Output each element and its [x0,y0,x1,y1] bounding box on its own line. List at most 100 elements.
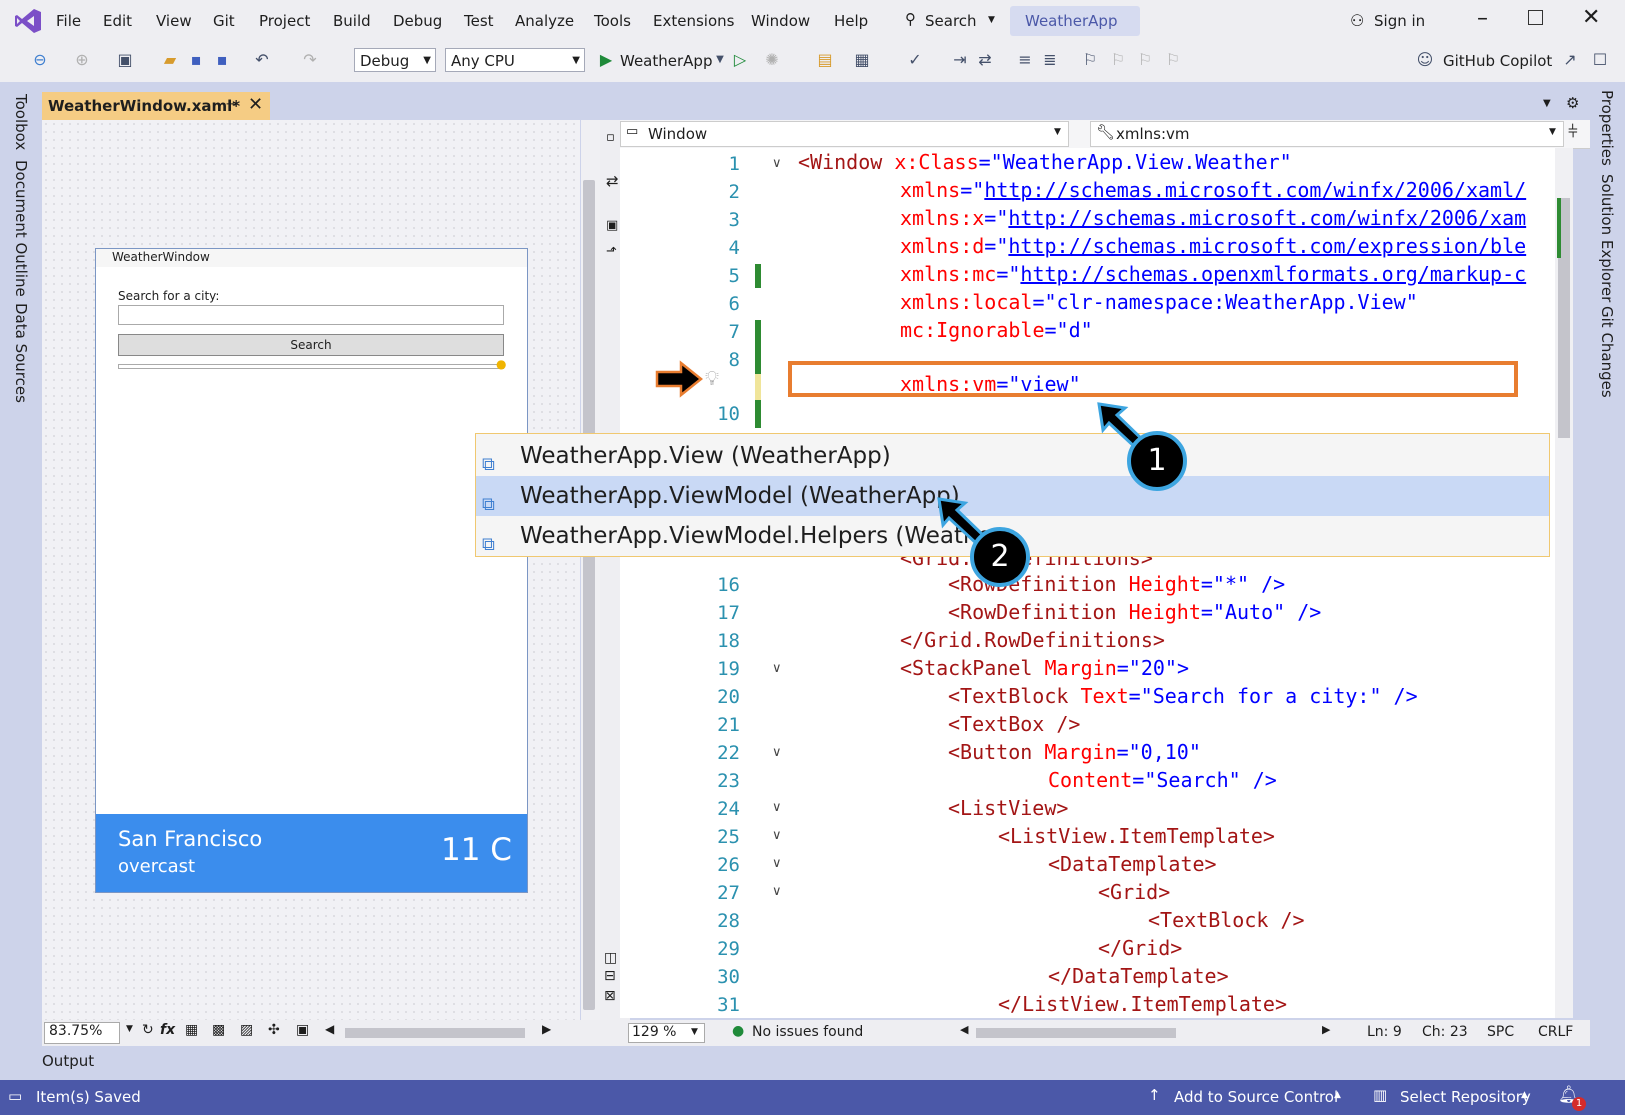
snap-grid-icon[interactable]: ▩ [212,1022,225,1038]
menu-git[interactable]: Git [213,12,235,30]
scroll-left-icon[interactable]: ◀ [325,1022,334,1036]
undo-icon[interactable]: ↶ [252,50,272,70]
data-sources-tab[interactable]: Data Sources [12,303,30,403]
design-view-icon[interactable]: ▫ [606,130,615,145]
checker-icon[interactable]: ▨ [240,1022,253,1038]
fold-chevron-icon[interactable]: ∨ [772,156,782,171]
sign-in-link[interactable]: Sign in [1374,12,1425,30]
gear-icon[interactable]: ⚙ [1566,94,1579,112]
column-indicator[interactable]: Ch: 23 [1422,1024,1468,1040]
solution-explorer-tab[interactable]: Solution Explorer [1598,174,1616,302]
git-changes-tab[interactable]: Git Changes [1598,306,1616,398]
editor-zoom-select[interactable]: 129 % ▼ [628,1023,705,1043]
editor-hscroll[interactable] [976,1028,1176,1038]
line-indicator[interactable]: Ln: 9 [1367,1024,1402,1040]
start-debugging-icon[interactable]: ▶ [596,50,616,70]
fx-icon[interactable]: fx [160,1022,175,1038]
lightbulb-icon[interactable]: 💡︎ [705,366,719,390]
vertical-split-icon[interactable]: ◫ [604,950,617,966]
grid-icon[interactable]: ▦ [185,1022,198,1038]
add-to-source-control[interactable]: Add to Source Control [1174,1088,1338,1106]
xaml-code-editor[interactable]: 1 2 3 4 5 6 7 8 10 16 17 18 19 20 21 22 … [620,148,1560,1018]
platform-select[interactable]: Any CPU ▼ [445,48,585,72]
menu-file[interactable]: File [56,12,81,30]
menu-window[interactable]: Window [751,12,810,30]
start-without-debugging-icon[interactable]: ▷ [730,50,750,70]
menu-view[interactable]: View [156,12,192,30]
fold-chevron-icon[interactable]: ∨ [772,828,782,843]
share-icon[interactable]: ↗ [1560,50,1580,70]
completion-item-selected[interactable]: ⧉ WeatherApp.ViewModel (WeatherApp) [476,476,1549,516]
editor-vscroll[interactable] [1555,148,1573,1018]
listview-preview[interactable] [118,364,504,369]
github-copilot-button[interactable]: GitHub Copilot [1443,52,1552,70]
fold-chevron-icon[interactable]: ∨ [772,661,782,676]
prev-bookmark-icon[interactable]: ⚐ [1108,50,1128,70]
compare-icon[interactable]: ⇄ [975,50,995,70]
global-search[interactable]: ⚲ Search ▼ [900,6,1000,36]
whitespace-indicator[interactable]: SPC [1487,1024,1514,1040]
menu-extensions[interactable]: Extensions [653,12,734,30]
code-link[interactable]: http://schemas.microsoft.com/winfx/2006/… [1008,206,1526,230]
scroll-left-icon[interactable]: ◀ [960,1023,968,1036]
device-icon[interactable]: ▣ [296,1022,309,1038]
designer-zoom-select[interactable]: 83.75% [44,1022,120,1044]
scroll-thumb[interactable] [583,180,595,1010]
menu-project[interactable]: Project [259,12,310,30]
xaml-view-icon[interactable]: ▣ [606,218,618,233]
pin-icon[interactable]: ⊸ [226,97,237,112]
design-search-button[interactable]: Search [118,334,504,356]
fold-chevron-icon[interactable]: ∨ [772,884,782,899]
browse-icon[interactable]: ▤ [815,50,835,70]
collapse-pane-icon[interactable]: ⊠ [604,988,616,1004]
document-outline-tab[interactable]: Document Outline [12,160,30,297]
select-repository[interactable]: Select Repository [1400,1088,1531,1106]
save-all-icon[interactable]: ▪ [212,50,232,70]
chevron-down-icon[interactable]: ▼ [1543,98,1551,109]
menu-analyze[interactable]: Analyze [515,12,574,30]
swap-panes-icon[interactable]: ⇄ [606,172,619,190]
output-tab[interactable]: Output [42,1052,94,1070]
back-icon[interactable]: ⊖ [30,50,50,70]
designer-scrollbar[interactable] [581,120,600,1020]
member-select[interactable]: 🔧︎ xmlns:vm ▼ [1090,121,1564,147]
menu-test[interactable]: Test [464,12,494,30]
close-window-button[interactable]: ✕ [1582,5,1600,30]
completion-item[interactable]: ⧉ WeatherApp.View (WeatherApp) [476,436,1549,476]
code-link[interactable]: http://schemas.microsoft.com/winfx/2006/… [984,178,1526,202]
design-window-preview[interactable]: WeatherWindow Search for a city: Search … [95,248,528,893]
forward-icon[interactable]: ⊕ [72,50,92,70]
refresh-icon[interactable]: ↻ [142,1022,154,1038]
maximize-button[interactable] [1528,10,1543,25]
popout-icon[interactable]: ⬏ [606,244,617,259]
code-link[interactable]: http://schemas.openxmlformats.org/markup… [1020,262,1526,286]
designer-hscroll[interactable] [345,1028,525,1038]
bookmark-icon[interactable]: ⚐ [1080,50,1100,70]
toolbox-tab[interactable]: Toolbox [12,94,30,150]
save-icon[interactable]: ▪ [186,50,206,70]
line-ending-indicator[interactable]: CRLF [1538,1024,1573,1040]
uncomment-icon[interactable]: ≣ [1040,50,1060,70]
menu-debug[interactable]: Debug [393,12,442,30]
open-folder-icon[interactable]: ▰ [160,50,180,70]
menu-tools[interactable]: Tools [594,12,631,30]
fold-chevron-icon[interactable]: ∨ [772,800,782,815]
scroll-right-icon[interactable]: ▶ [542,1022,551,1036]
city-textbox[interactable] [118,305,504,325]
tab-weatherwindow-xaml[interactable]: WeatherWindow.xaml* ⊸ ✕ [42,92,270,120]
feedback-icon[interactable]: ☐ [1590,50,1610,70]
snap-lines-icon[interactable]: ✣ [268,1022,280,1038]
layout-icon[interactable]: ▦ [852,50,872,70]
split-editor-icon[interactable]: ⫩ [1568,122,1578,142]
element-select[interactable]: ▭ Window ▼ [620,121,1069,147]
clear-bookmarks-icon[interactable]: ⚐ [1163,50,1183,70]
comment-icon[interactable]: ≡ [1015,50,1035,70]
close-icon[interactable]: ✕ [248,94,263,115]
code-link[interactable]: http://schemas.microsoft.com/expression/… [1008,234,1526,258]
configuration-select[interactable]: Debug ▼ [354,48,436,72]
menu-help[interactable]: Help [834,12,868,30]
fold-chevron-icon[interactable]: ∨ [772,856,782,871]
run-target-button[interactable]: WeatherApp [620,52,712,70]
chevron-down-icon[interactable]: ▼ [126,1024,133,1034]
new-project-icon[interactable]: ▣ [115,50,135,70]
